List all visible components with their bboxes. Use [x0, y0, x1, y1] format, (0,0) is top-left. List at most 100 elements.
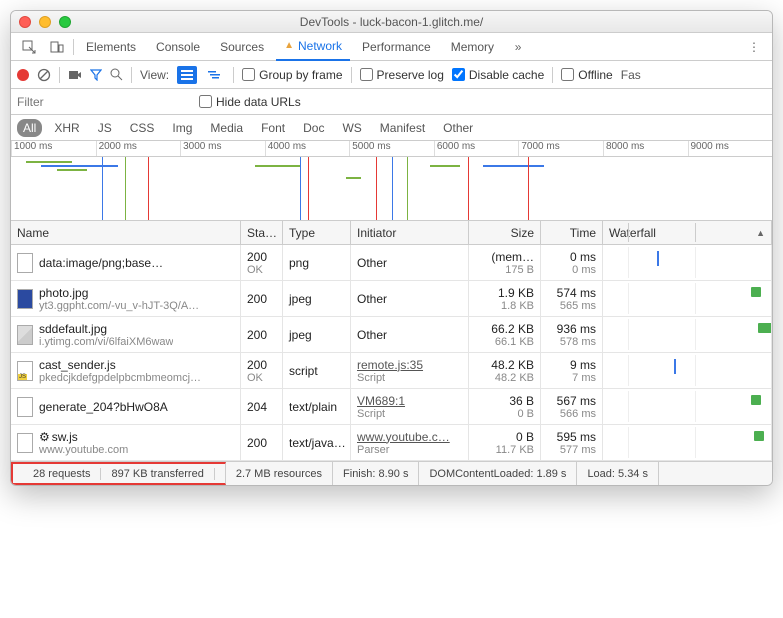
hide-data-urls-checkbox[interactable]: Hide data URLs: [199, 95, 301, 109]
col-name[interactable]: Name: [11, 221, 241, 244]
transfer-size: 48.2 KB: [491, 358, 534, 372]
gear-icon: ⚙: [39, 430, 50, 444]
initiator-kind: Script: [357, 408, 462, 420]
status-code: 200: [247, 292, 276, 306]
separator: [59, 67, 60, 83]
col-initiator[interactable]: Initiator: [351, 221, 469, 244]
total-time: 936 ms: [557, 322, 596, 336]
transfer-size: (mem…: [491, 250, 534, 264]
network-toolbar: View: Group by frame Preserve log Disabl…: [11, 61, 772, 89]
filter-ws[interactable]: WS: [336, 119, 367, 137]
tab-elements[interactable]: Elements: [78, 33, 144, 61]
devtools-window: DevTools - luck-bacon-1.glitch.me/ Eleme…: [10, 10, 773, 486]
request-name: ⚙sw.js: [39, 430, 128, 444]
record-button[interactable]: [17, 69, 29, 81]
table-row[interactable]: data:image/png;base… 200OK png Other (me…: [11, 245, 772, 281]
kebab-menu-icon[interactable]: ⋮: [742, 36, 766, 58]
separator: [351, 67, 352, 83]
table-row[interactable]: cast_sender.js pkedcjkdefgpdelpbcmbmeomc…: [11, 353, 772, 389]
tab-performance[interactable]: Performance: [354, 33, 439, 61]
filter-xhr[interactable]: XHR: [48, 119, 85, 137]
waterfall-bar: [758, 323, 772, 333]
separator: [552, 67, 553, 83]
initiator-text: Other: [357, 256, 462, 270]
request-list: data:image/png;base… 200OK png Other (me…: [11, 245, 772, 461]
preserve-log-checkbox[interactable]: Preserve log: [360, 68, 444, 82]
filter-font[interactable]: Font: [255, 119, 291, 137]
resource-size: 48.2 KB: [495, 372, 534, 384]
search-icon[interactable]: [110, 68, 123, 81]
separator: [131, 67, 132, 83]
mime-type: text/plain: [289, 400, 344, 414]
clear-icon[interactable]: [37, 68, 51, 82]
col-type[interactable]: Type: [283, 221, 351, 244]
transfer-size: 0 B: [516, 430, 534, 444]
status-code: 200: [247, 250, 276, 264]
tab-memory[interactable]: Memory: [443, 33, 502, 61]
mime-type: script: [289, 364, 344, 378]
filter-input[interactable]: [17, 95, 187, 109]
col-status[interactable]: Sta…: [241, 221, 283, 244]
file-type-icon: [17, 397, 33, 417]
file-type-icon: [17, 253, 33, 273]
large-rows-button[interactable]: [177, 66, 197, 84]
table-row[interactable]: ⚙sw.js www.youtube.com 200 text/java… ww…: [11, 425, 772, 461]
filter-js[interactable]: JS: [92, 119, 118, 137]
status-code: 204: [247, 400, 276, 414]
table-row[interactable]: photo.jpg yt3.ggpht.com/-vu_v-hJT-3Q/A… …: [11, 281, 772, 317]
col-time[interactable]: Time: [541, 221, 603, 244]
col-size[interactable]: Size: [469, 221, 541, 244]
view-label: View:: [140, 68, 169, 82]
filter-manifest[interactable]: Manifest: [374, 119, 431, 137]
waterfall-gridline: [695, 319, 696, 350]
waterfall-cell: [603, 281, 772, 316]
group-by-frame-checkbox[interactable]: Group by frame: [242, 68, 342, 82]
initiator-link[interactable]: remote.js:35: [357, 358, 462, 372]
filter-css[interactable]: CSS: [124, 119, 161, 137]
filter-all[interactable]: All: [17, 119, 42, 137]
latency-time: 578 ms: [560, 336, 596, 348]
table-row[interactable]: generate_204?bHwO8A 204 text/plain VM689…: [11, 389, 772, 425]
throttling-label[interactable]: Fas: [621, 68, 641, 82]
inspect-icon[interactable]: [17, 36, 41, 58]
resource-size: 66.1 KB: [495, 336, 534, 348]
total-time: 595 ms: [557, 430, 596, 444]
resource-size: 0 B: [517, 408, 534, 420]
filter-doc[interactable]: Doc: [297, 119, 330, 137]
resource-size: 175 B: [505, 264, 534, 276]
transfer-size: 1.9 KB: [498, 286, 534, 300]
tab-console[interactable]: Console: [148, 33, 208, 61]
more-tabs-icon[interactable]: »: [506, 36, 530, 58]
device-icon[interactable]: [45, 36, 69, 58]
initiator-link[interactable]: www.youtube.c…: [357, 430, 462, 444]
tab-network[interactable]: ▲ Network: [276, 33, 350, 61]
overview-button[interactable]: [205, 66, 225, 84]
waterfall-bar: [751, 287, 761, 297]
file-type-icon: [17, 361, 33, 381]
load-time: Load: 5.34 s: [577, 462, 659, 485]
total-time: 9 ms: [570, 358, 596, 372]
disable-cache-checkbox[interactable]: Disable cache: [452, 68, 544, 82]
tab-sources[interactable]: Sources: [212, 33, 272, 61]
table-row[interactable]: sddefault.jpg i.ytimg.com/vi/6lfaiXM6waw…: [11, 317, 772, 353]
resource-size: 11.7 KB: [496, 444, 534, 456]
initiator-link[interactable]: VM689:1: [357, 394, 462, 408]
filter-img[interactable]: Img: [166, 119, 198, 137]
camera-icon[interactable]: [68, 69, 82, 81]
filter-other[interactable]: Other: [437, 119, 479, 137]
waterfall-cell: [603, 353, 772, 388]
request-name: generate_204?bHwO8A: [39, 400, 168, 414]
filter-media[interactable]: Media: [204, 119, 249, 137]
waterfall-gridline: [695, 427, 696, 458]
initiator-kind: Script: [357, 372, 462, 384]
waterfall-gridline: [695, 283, 696, 314]
filter-icon[interactable]: [90, 69, 102, 81]
waterfall-tick: [674, 359, 676, 374]
dcl-time: DOMContentLoaded: 1.89 s: [419, 462, 577, 485]
waterfall-cell: [603, 317, 772, 352]
col-waterfall[interactable]: Waterfall ▲: [603, 221, 772, 244]
offline-checkbox[interactable]: Offline: [561, 68, 612, 82]
timeline-overview[interactable]: 1000 ms2000 ms3000 ms 4000 ms5000 ms6000…: [11, 141, 772, 221]
waterfall-gridline: [628, 283, 629, 314]
separator: [73, 39, 74, 55]
